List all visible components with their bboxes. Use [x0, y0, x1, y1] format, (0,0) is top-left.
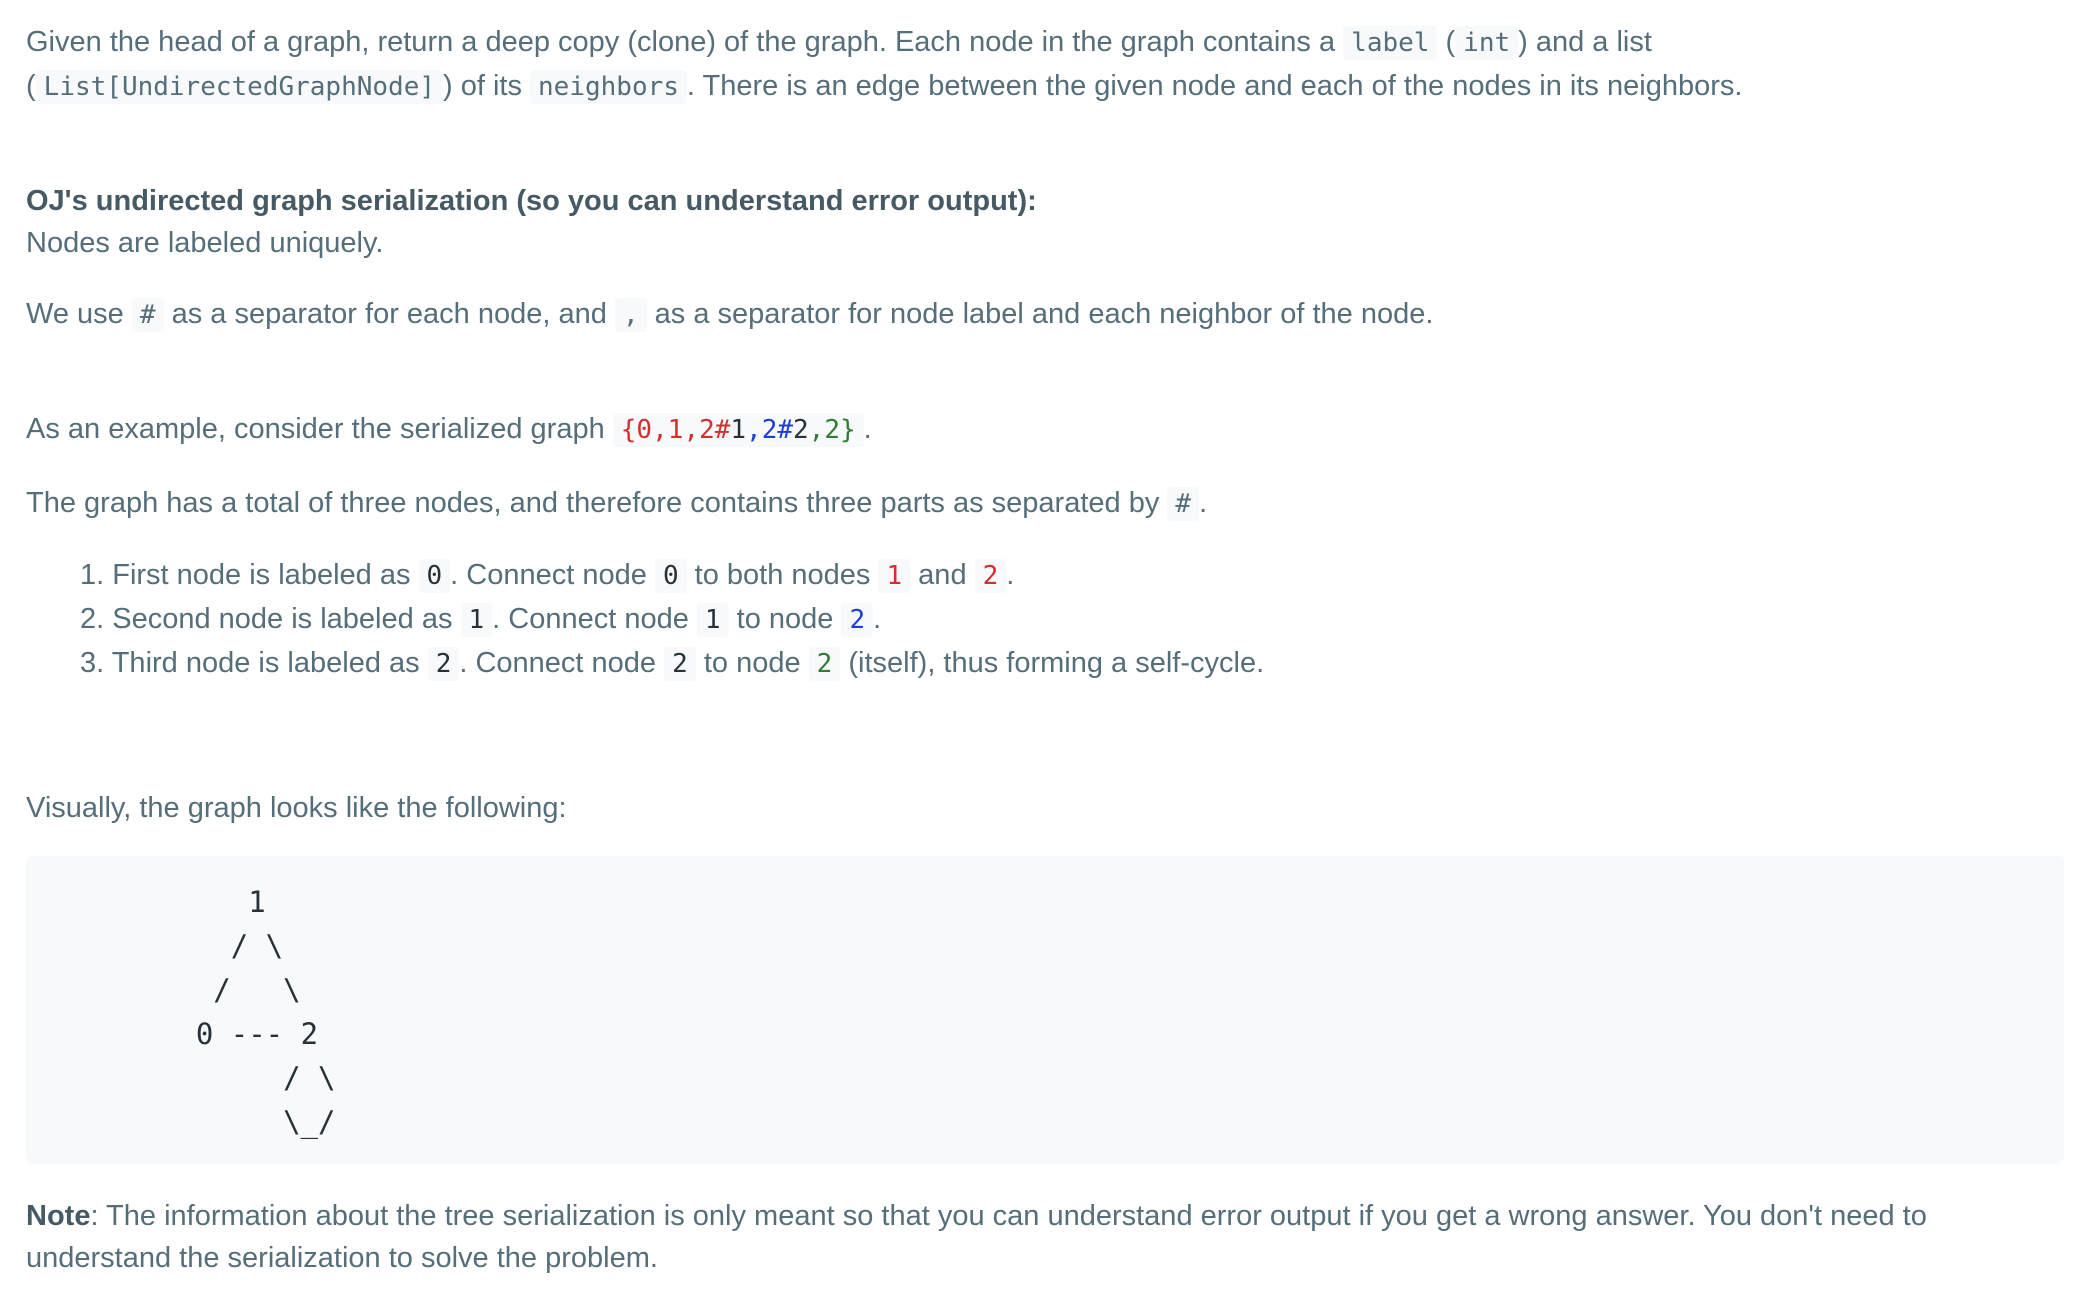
step-text: to node: [695, 647, 809, 679]
example-text: As an example, consider the serialized g…: [26, 413, 613, 445]
unique-labels-text: Nodes are labeled uniquely.: [26, 227, 384, 259]
intro-line-2: (List[UndirectedGraphNode]) of its neigh…: [26, 64, 1742, 109]
step-text: .: [1006, 559, 1015, 591]
serial-part: ,: [746, 415, 762, 445]
example-line: As an example, consider the serialized g…: [26, 407, 872, 452]
step-text: First node is labeled as: [104, 559, 419, 591]
step-text: to node: [728, 603, 842, 635]
intro-text: Given the head of a graph, return a deep…: [26, 26, 1344, 58]
serial-part: 2: [824, 415, 840, 445]
node-code: 0: [654, 559, 687, 593]
list-number: 2.: [80, 603, 105, 635]
node-code: 2: [664, 647, 696, 681]
separator-text: as a separator for node label and each n…: [646, 298, 1434, 330]
node-code: 0: [418, 559, 451, 593]
node-code: 1: [696, 603, 729, 637]
total-text: .: [1199, 487, 1208, 519]
example-text: .: [863, 413, 872, 445]
serial-part: 2: [699, 415, 715, 445]
step-text: .: [873, 603, 882, 635]
separator-explanation: We use # as a separator for each node, a…: [26, 292, 1433, 337]
step-text: . Connect node: [450, 559, 655, 591]
intro-text: ) and a list: [1518, 26, 1652, 58]
intro-line-1: Given the head of a graph, return a deep…: [26, 20, 1652, 65]
serial-part: #: [714, 415, 731, 445]
serial-part: }: [839, 415, 856, 445]
serialized-graph-code: {0,1,2#1,2#2,2}: [612, 413, 864, 447]
separator-text: as a separator for each node, and: [163, 298, 615, 330]
list-type-code: List[UndirectedGraphNode]: [35, 70, 444, 104]
serial-part: 1: [667, 415, 684, 445]
note-line-1: Note: The information about the tree ser…: [26, 1194, 1927, 1238]
node-code: 2: [841, 603, 874, 637]
separator-text: We use: [26, 298, 132, 330]
step-text: and: [910, 559, 975, 591]
list-item: 3. Third node is labeled as 2. Connect n…: [80, 641, 1264, 686]
label-code: label: [1343, 26, 1438, 60]
serial-part: 2: [761, 415, 778, 445]
serial-part: ,: [683, 415, 700, 445]
list-item: 2. Second node is labeled as 1. Connect …: [80, 597, 881, 642]
serialization-heading: OJ's undirected graph serialization (so …: [26, 185, 1037, 217]
step-text: . Connect node: [459, 647, 665, 679]
serial-part: 2: [793, 415, 809, 445]
note-text: : The information about the tree seriali…: [90, 1200, 1927, 1232]
serial-part: {0,: [620, 415, 668, 445]
total-nodes-line: The graph has a total of three nodes, an…: [26, 481, 1207, 526]
step-text: Third node is labeled as: [104, 647, 428, 679]
node-code: 2: [974, 559, 1007, 593]
problem-description: Given the head of a graph, return a deep…: [0, 0, 2078, 1292]
graph-ascii-block: 1 / \ / \ 0 --- 2 / \ \_/: [26, 856, 2064, 1164]
note-line-2: understand the serialization to solve th…: [26, 1242, 658, 1274]
visual-intro: Visually, the graph looks like the follo…: [26, 792, 567, 824]
note-label: Note: [26, 1200, 91, 1232]
node-code: 2: [808, 647, 841, 681]
serial-part: #: [777, 415, 793, 445]
step-text: . Connect node: [492, 603, 697, 635]
intro-text: ) of its: [443, 70, 531, 102]
step-text: (itself), thus forming a self-cycle.: [840, 647, 1265, 679]
hash-code: #: [131, 298, 164, 332]
node-code: 1: [460, 603, 493, 637]
serial-part: 1: [730, 415, 747, 445]
step-text: Second node is labeled as: [104, 603, 461, 635]
graph-ascii-art: 1 / \ / \ 0 --- 2 / \ \_/: [195, 885, 336, 1139]
intro-text: (: [1437, 26, 1456, 58]
int-code: int: [1455, 26, 1519, 60]
neighbors-code: neighbors: [530, 70, 687, 104]
comma-code: ,: [614, 298, 647, 332]
node-code: 2: [427, 647, 460, 681]
total-text: The graph has a total of three nodes, an…: [26, 487, 1168, 519]
list-number: 1.: [80, 559, 105, 591]
intro-text: . There is an edge between the given nod…: [686, 70, 1743, 102]
intro-text: (: [26, 70, 36, 102]
list-item: 1. First node is labeled as 0. Connect n…: [80, 553, 1014, 598]
step-text: to both nodes: [686, 559, 879, 591]
hash-code: #: [1167, 487, 1200, 521]
node-code: 1: [878, 559, 911, 593]
list-number: 3.: [80, 647, 105, 679]
serial-part: ,: [808, 415, 825, 445]
